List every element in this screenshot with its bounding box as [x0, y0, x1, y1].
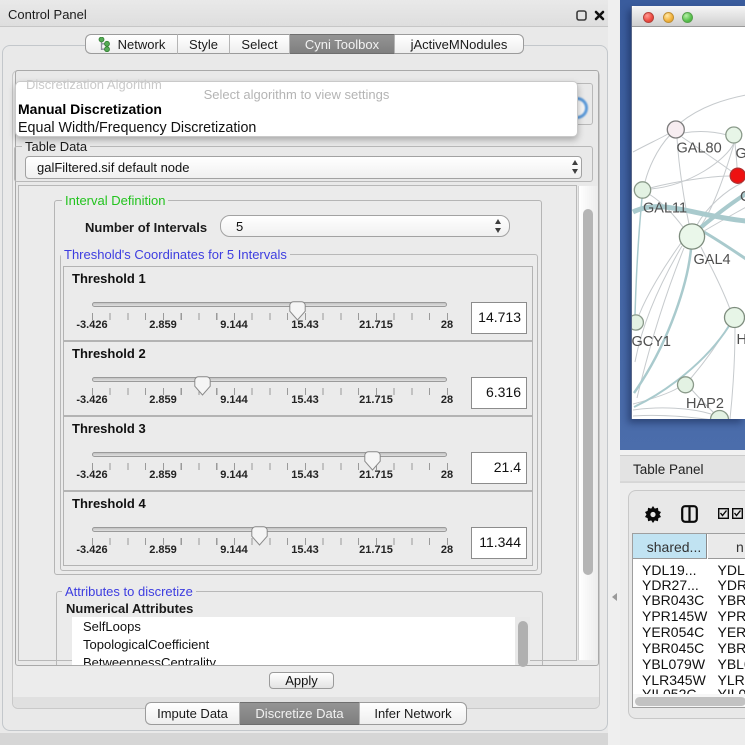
svg-text:GAL4: GAL4 [694, 252, 731, 268]
svg-text:GCY1: GCY1 [632, 334, 671, 350]
svg-text:GAL80: GAL80 [677, 141, 722, 157]
svg-text:GAL11: GAL11 [643, 201, 687, 217]
svg-text:H: H [737, 332, 745, 348]
svg-text:GA: GA [736, 146, 745, 162]
svg-text:C: C [740, 189, 745, 205]
svg-text:HAP2: HAP2 [686, 396, 724, 412]
